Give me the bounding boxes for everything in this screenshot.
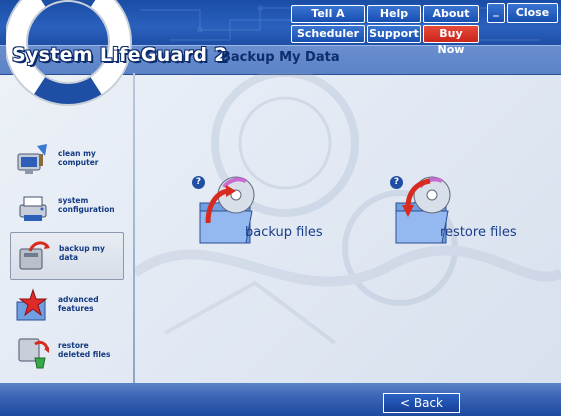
- star-folder-icon: [16, 288, 48, 321]
- help-button[interactable]: Help: [367, 5, 421, 23]
- support-button[interactable]: Support: [367, 25, 421, 43]
- backup-files-label: backup files: [245, 225, 323, 240]
- sidebar-item-restore-deleted-files[interactable]: restore deleted files: [10, 330, 122, 376]
- restore-files-action[interactable]: ? restore files: [388, 173, 533, 248]
- backup-drive-icon: [19, 241, 50, 270]
- app-logo-title: System LifeGuard 2: [12, 44, 228, 66]
- close-button[interactable]: Close: [507, 3, 558, 23]
- tell-a-friend-button[interactable]: Tell A Friend: [291, 5, 365, 36]
- buy-now-button[interactable]: Buy Now: [423, 25, 479, 56]
- sidebar: clean my computer system configuration b…: [0, 73, 133, 383]
- computer-cleanup-icon: [17, 144, 47, 174]
- main-content: ? backup files ? restore files: [135, 73, 561, 383]
- sidebar-item-label: system configuration: [58, 196, 115, 214]
- footer-bar: [0, 383, 561, 416]
- restore-files-label: restore files: [440, 225, 517, 240]
- sidebar-item-system-configuration[interactable]: system configuration: [10, 185, 122, 231]
- minimize-button[interactable]: _: [487, 3, 505, 23]
- printer-config-icon: [19, 196, 47, 221]
- sidebar-item-backup-my-data[interactable]: backup my data: [10, 232, 124, 280]
- sidebar-item-label: restore deleted files: [58, 341, 111, 359]
- scheduler-button[interactable]: Scheduler: [291, 25, 365, 43]
- sidebar-item-advanced-features[interactable]: advanced features: [10, 284, 122, 330]
- back-button[interactable]: < Back: [383, 393, 460, 413]
- backup-files-action[interactable]: ? backup files: [190, 173, 330, 248]
- about-button[interactable]: About: [423, 5, 479, 23]
- recycle-restore-icon: [18, 338, 49, 369]
- page-title: Backup My Data: [221, 50, 340, 65]
- sidebar-item-label: advanced features: [58, 295, 99, 313]
- sidebar-item-clean-my-computer[interactable]: clean my computer: [10, 138, 122, 184]
- sidebar-item-label: backup my data: [59, 244, 105, 262]
- app-window: System LifeGuard 2 Backup My Data Tell A…: [0, 0, 561, 416]
- sidebar-item-label: clean my computer: [58, 149, 99, 167]
